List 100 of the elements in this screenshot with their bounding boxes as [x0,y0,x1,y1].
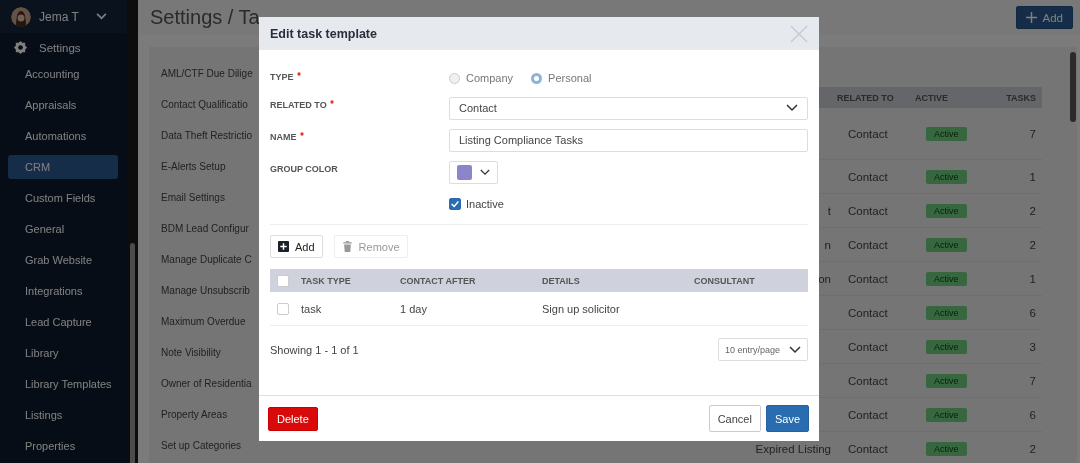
table-cell: Contact [848,272,888,285]
table-cell: Contact [848,306,888,319]
table-cell: 7 [1029,374,1036,387]
add-task-button[interactable]: Add [270,235,323,258]
status-badge: Active [926,441,967,456]
settings-link[interactable]: Contact Qualificatio [161,98,257,129]
table-cell: Contact [848,238,888,251]
close-icon[interactable] [790,24,808,43]
status-badge: Active [926,169,967,184]
sidebar-item[interactable]: Appraisals [8,93,118,117]
field-label: NAME [270,124,449,142]
table-cell: Contact [848,442,888,455]
field-label: RELATED TO [270,92,449,110]
table-cell: 1 day [400,302,427,315]
user-name: Jema T [39,9,80,24]
settings-link[interactable]: Maximum Overdue [161,315,257,346]
delete-button[interactable]: Delete [268,406,318,431]
chevron-down-icon [786,104,798,112]
sidebar-item[interactable]: Listings [8,403,118,427]
scrollbar-thumb[interactable] [130,243,135,463]
select-all-checkbox[interactable] [277,274,289,287]
row-checkbox[interactable] [277,302,289,315]
field-label: TYPE [270,64,449,82]
table-cell: n [824,238,831,251]
status-badge: Active [926,305,967,320]
save-button[interactable]: Save [765,405,809,432]
sidebar-item[interactable]: Custom Fields [8,186,118,210]
dialog-title: Edit task template [270,26,377,41]
table-cell: 3 [1029,340,1036,353]
page-title: Settings / Ta [150,6,260,29]
settings-link[interactable]: Note Visibility [161,346,257,377]
user-menu[interactable]: Jema T [0,0,127,33]
settings-link[interactable]: Manage Unsubscrib [161,284,257,315]
section-title: Settings [39,41,81,54]
column-header[interactable]: ACTIVE [915,92,995,103]
checkmark-icon [450,199,460,209]
pagination-summary: Showing 1 - 1 of 1 [270,343,359,356]
table-cell: task [301,302,322,315]
sidebar-item[interactable]: Lead Capture [8,310,118,334]
settings-link[interactable]: Manage Duplicate C [161,253,257,284]
status-badge: Active [926,373,967,388]
table-cell: Contact [848,170,888,183]
plus-icon [278,241,289,252]
column-header[interactable]: TASKS [995,92,1042,103]
status-badge: Active [926,126,967,141]
plus-icon [1025,12,1037,23]
settings-link[interactable]: Property Areas [161,408,257,439]
settings-link[interactable]: Owner of Residentia [161,377,257,408]
settings-link[interactable]: Data Theft Restrictio [161,129,257,160]
status-badge: Active [926,271,967,286]
settings-link[interactable]: E-Alerts Setup [161,160,257,191]
table-cell: 1 [1029,170,1036,183]
settings-link[interactable]: BDM Lead Configur [161,222,257,253]
table-cell: 2 [1029,204,1036,217]
chevron-down-icon [480,168,490,176]
sidebar-item[interactable]: CRM [8,155,118,179]
sidebar-item[interactable]: Library [8,341,118,365]
column-header: CONSULTANT [694,275,756,286]
sidebar-item[interactable]: Properties [8,434,118,458]
page-size-select[interactable]: 10 entry/page [718,338,808,361]
table-cell: Contact [848,340,888,353]
settings-link[interactable]: Set up Categories [161,439,257,463]
settings-link[interactable]: Email Settings [161,191,257,222]
table-cell: 6 [1029,306,1036,319]
sidebar-item[interactable]: Accounting [8,62,118,86]
add-button[interactable]: Add [1015,6,1073,29]
radio-option[interactable]: Company [449,72,514,84]
column-header: TASK TYPE [301,275,352,286]
sidebar-item[interactable]: General [8,217,118,241]
cancel-button[interactable]: Cancel [708,405,761,432]
table-cell: Contact [848,127,888,140]
table-cell: Contact [848,374,888,387]
field-label: GROUP COLOR [270,163,339,174]
chevron-down-icon [96,13,107,20]
sidebar-item[interactable]: Integrations [8,279,118,303]
status-badge: Active [926,203,967,218]
table-cell: 7 [1029,127,1036,140]
gear-icon [13,40,28,55]
table-cell: Expired Listing [755,442,831,455]
scrollbar-thumb[interactable] [1070,52,1076,122]
name-field[interactable]: Listing Compliance Tasks [449,128,808,152]
sidebar-item[interactable]: Library Templates [8,372,118,396]
color-picker[interactable] [449,160,498,184]
settings-link[interactable]: AML/CTF Due Dilige [161,67,257,98]
sidebar-item[interactable]: Automations [8,124,118,148]
radio-option[interactable]: Personal [531,72,592,84]
avatar-icon [11,6,31,27]
column-header: CONTACT AFTER [400,275,477,286]
table-cell: on [818,272,831,285]
related-to-select[interactable]: Contact [449,96,808,120]
table-cell: Contact [848,408,888,421]
table-cell: t [827,204,831,217]
status-badge: Active [926,237,967,252]
status-badge: Active [926,407,967,422]
trash-icon [341,241,353,252]
column-header: DETAILS [542,275,581,286]
table-cell: 2 [1029,238,1036,251]
sidebar-item[interactable]: Grab Website [8,248,118,272]
table-cell: Contact [848,204,888,217]
column-header[interactable]: RELATED TO [837,92,915,103]
